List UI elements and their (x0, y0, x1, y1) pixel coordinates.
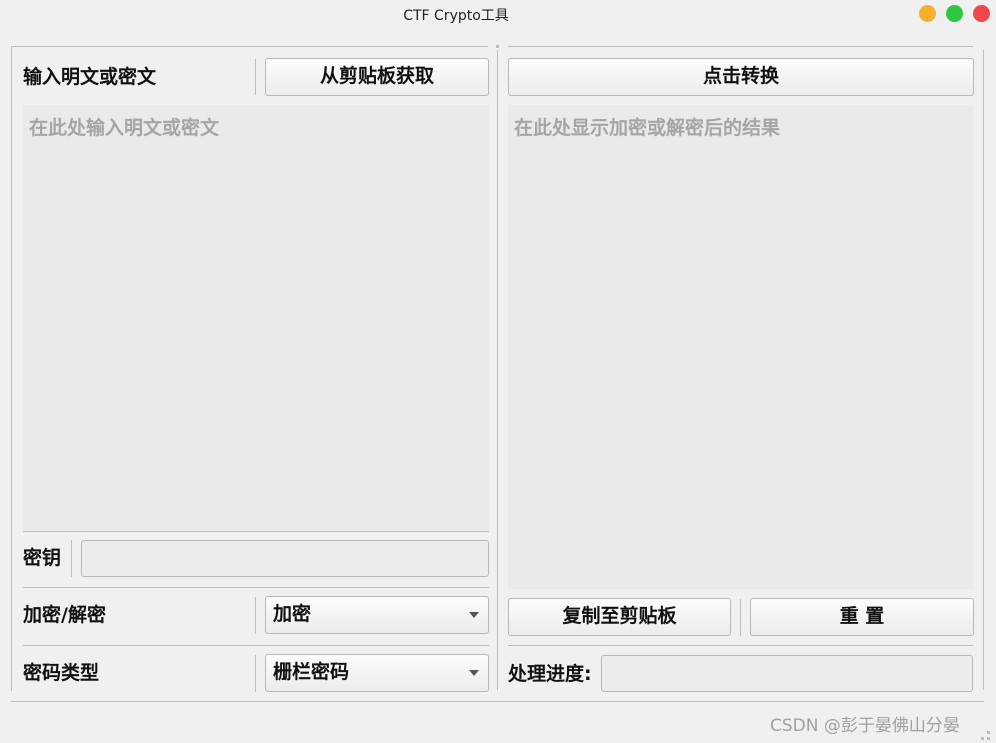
minimize-button[interactable] (919, 5, 936, 22)
progress-bar (601, 655, 973, 692)
resize-grip-dot[interactable] (981, 737, 984, 740)
left-panel-top-border (11, 46, 488, 47)
chevron-down-icon (469, 670, 479, 676)
cipher-type-label: 密码类型 (23, 662, 100, 684)
resize-grip[interactable] (987, 731, 990, 734)
left-panel-left-border (11, 46, 12, 691)
mode-select[interactable]: 加密 (265, 596, 489, 634)
cipher-label-divider (255, 655, 256, 692)
input-label-divider (255, 59, 256, 95)
watermark-text: CSDN @彭于晏佛山分晏 (770, 716, 960, 736)
cipher-type-select[interactable]: 栅栏密码 (265, 654, 489, 692)
resize-grip-dot[interactable] (987, 737, 990, 740)
mode-label: 加密/解密 (23, 604, 106, 626)
splitter-grip[interactable] (496, 45, 499, 48)
paste-from-clipboard-button[interactable]: 从剪贴板获取 (265, 58, 489, 96)
right-panel-top-border (508, 46, 973, 47)
mode-bottom-divider (23, 645, 489, 646)
key-label-divider (71, 540, 72, 577)
cipher-type-select-value: 栅栏密码 (273, 661, 350, 683)
progress-label: 处理进度: (508, 663, 592, 685)
result-output[interactable] (508, 105, 973, 589)
buttons-bottom-divider (508, 645, 973, 646)
button-divider (740, 599, 741, 636)
close-button[interactable] (973, 5, 990, 22)
input-label: 输入明文或密文 (23, 66, 157, 88)
mode-label-divider (255, 597, 256, 634)
right-panel-right-border (983, 50, 984, 690)
key-bottom-divider (23, 587, 489, 588)
panel-bottom-border (11, 701, 984, 702)
key-input[interactable] (81, 540, 489, 577)
mode-select-value: 加密 (273, 603, 312, 625)
window-title: CTF Crypto工具 (403, 8, 509, 24)
chevron-down-icon (469, 612, 479, 618)
maximize-button[interactable] (946, 5, 963, 22)
copy-to-clipboard-button[interactable]: 复制至剪贴板 (508, 598, 731, 636)
plaintext-input[interactable] (23, 105, 489, 530)
reset-button[interactable]: 重 置 (750, 598, 974, 636)
key-label: 密钥 (23, 547, 62, 569)
input-bottom-divider (23, 531, 489, 532)
panel-splitter[interactable] (497, 50, 498, 690)
convert-button[interactable]: 点击转换 (508, 58, 974, 96)
